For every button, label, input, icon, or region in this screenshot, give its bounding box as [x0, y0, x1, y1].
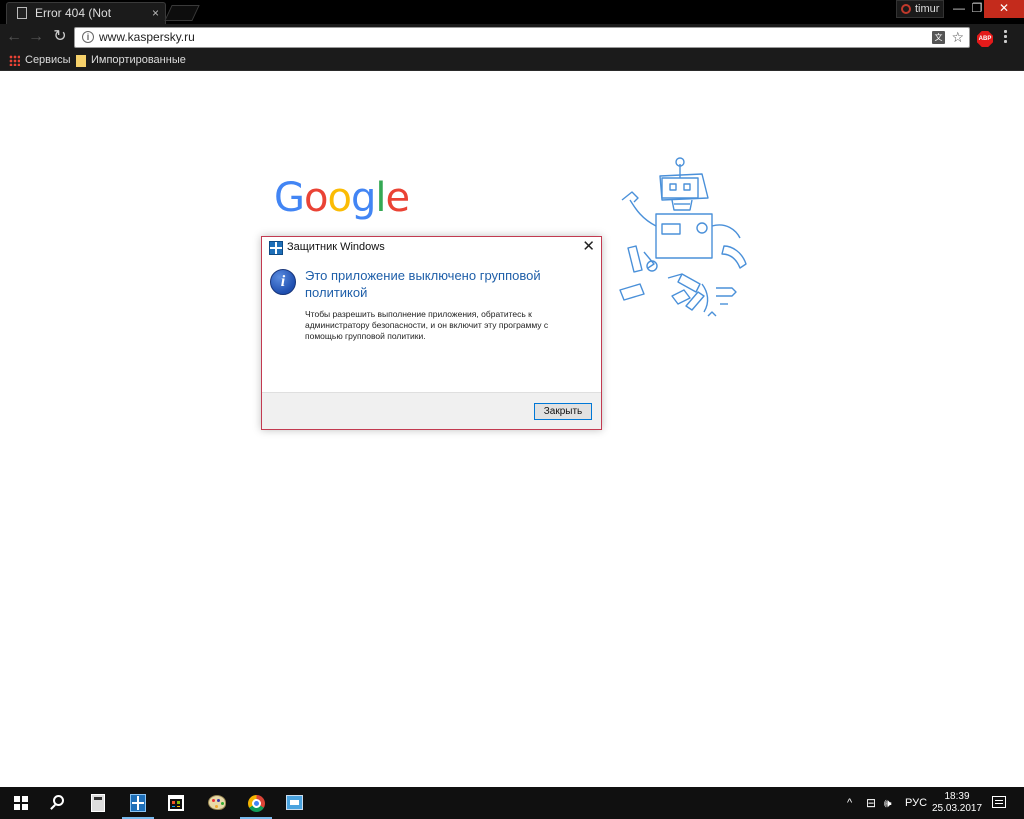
notification-center-icon[interactable] — [992, 796, 1006, 808]
translate-icon[interactable]: 文 — [932, 31, 945, 44]
dialog-titlebar: Защитник Windows ✕ — [262, 237, 601, 259]
logo-letter: G — [274, 175, 305, 221]
apps-icon — [9, 55, 20, 66]
paint-button[interactable] — [196, 787, 236, 819]
bookmark-imported[interactable]: Импортированные — [91, 51, 186, 71]
tab-close-icon[interactable]: × — [152, 3, 159, 23]
bookmarks-bar: Сервисы Импортированные — [0, 51, 1024, 71]
info-icon: i — [270, 269, 296, 295]
window-close-button[interactable]: ✕ — [984, 0, 1024, 18]
store-icon — [168, 795, 184, 811]
taskbar: ^ ⊟ 🕪 РУС 18:39 25.03.2017 — [0, 787, 1024, 819]
page-icon — [17, 7, 27, 19]
browser-toolbar: ← → ↻ i www.kaspersky.ru 文 ☆ ABP — [0, 24, 1024, 51]
tab-error-404[interactable]: Error 404 (Not Found)!!1 × — [6, 2, 166, 40]
defender-taskbar-button[interactable] — [118, 787, 158, 819]
search-button[interactable] — [40, 787, 80, 819]
url-text[interactable]: www.kaspersky.ru — [99, 28, 195, 47]
bookmark-services[interactable]: Сервисы — [25, 51, 71, 71]
clock[interactable]: 18:39 25.03.2017 — [932, 791, 982, 815]
logo-letter: g — [350, 175, 376, 221]
forward-button[interactable]: → — [26, 27, 46, 47]
image-viewer-icon — [286, 795, 303, 810]
profile-name: timur — [915, 3, 940, 15]
chrome-button[interactable] — [236, 787, 276, 819]
dialog-title: Защитник Windows — [287, 241, 385, 253]
profile-button[interactable]: timur — [896, 0, 944, 18]
defender-shield-icon — [269, 241, 283, 255]
logo-letter: o — [304, 175, 329, 221]
profile-icon — [901, 4, 911, 14]
close-button[interactable]: Закрыть — [534, 403, 592, 420]
language-indicator[interactable]: РУС — [905, 787, 927, 819]
volume-icon[interactable]: 🕪 — [884, 787, 892, 819]
dialog-heading: Это приложение выключено групповой полит… — [305, 268, 541, 300]
chrome-icon — [248, 795, 265, 812]
dialog-message: Чтобы разрешить выполнение приложения, о… — [305, 309, 549, 341]
search-icon — [53, 795, 64, 806]
paint-palette-icon — [208, 795, 226, 810]
address-bar[interactable]: i www.kaspersky.ru 文 ☆ — [74, 27, 970, 48]
reload-button[interactable]: ↻ — [50, 27, 70, 47]
tray-chevron-icon[interactable]: ^ — [847, 787, 852, 819]
start-button[interactable] — [0, 787, 40, 819]
desktop: Error 404 (Not Found)!!1 × timur — ❐ ✕ ←… — [0, 0, 1024, 819]
clock-time: 18:39 — [944, 791, 970, 802]
windows-defender-dialog: Защитник Windows ✕ i Это приложение выкл… — [261, 236, 602, 430]
calculator-button[interactable] — [78, 787, 118, 819]
network-icon[interactable]: ⊟ — [866, 787, 876, 819]
logo-letter: o — [327, 175, 352, 221]
clock-date: 25.03.2017 — [932, 803, 983, 814]
adblock-plus-icon[interactable]: ABP — [977, 31, 993, 47]
browser-menu-icon[interactable] — [1004, 30, 1008, 46]
dialog-close-icon[interactable]: ✕ — [582, 238, 595, 256]
logo-letter: l — [375, 175, 386, 221]
new-tab-button[interactable] — [164, 5, 200, 21]
browser-titlebar: Error 404 (Not Found)!!1 × timur — ❐ ✕ — [0, 0, 1024, 40]
google-logo: Google — [274, 175, 410, 221]
store-button[interactable] — [156, 787, 196, 819]
logo-letter: e — [385, 175, 410, 221]
bookmark-star-icon[interactable]: ☆ — [951, 28, 964, 47]
image-viewer-button[interactable] — [274, 787, 314, 819]
calculator-icon — [91, 794, 105, 812]
windows-logo-icon — [14, 796, 28, 810]
info-icon[interactable]: i — [82, 31, 94, 43]
defender-icon — [130, 794, 146, 812]
broken-robot-illustration — [619, 157, 747, 317]
back-button[interactable]: ← — [4, 27, 24, 47]
folder-icon — [76, 55, 86, 67]
dialog-footer: Закрыть — [262, 392, 601, 429]
